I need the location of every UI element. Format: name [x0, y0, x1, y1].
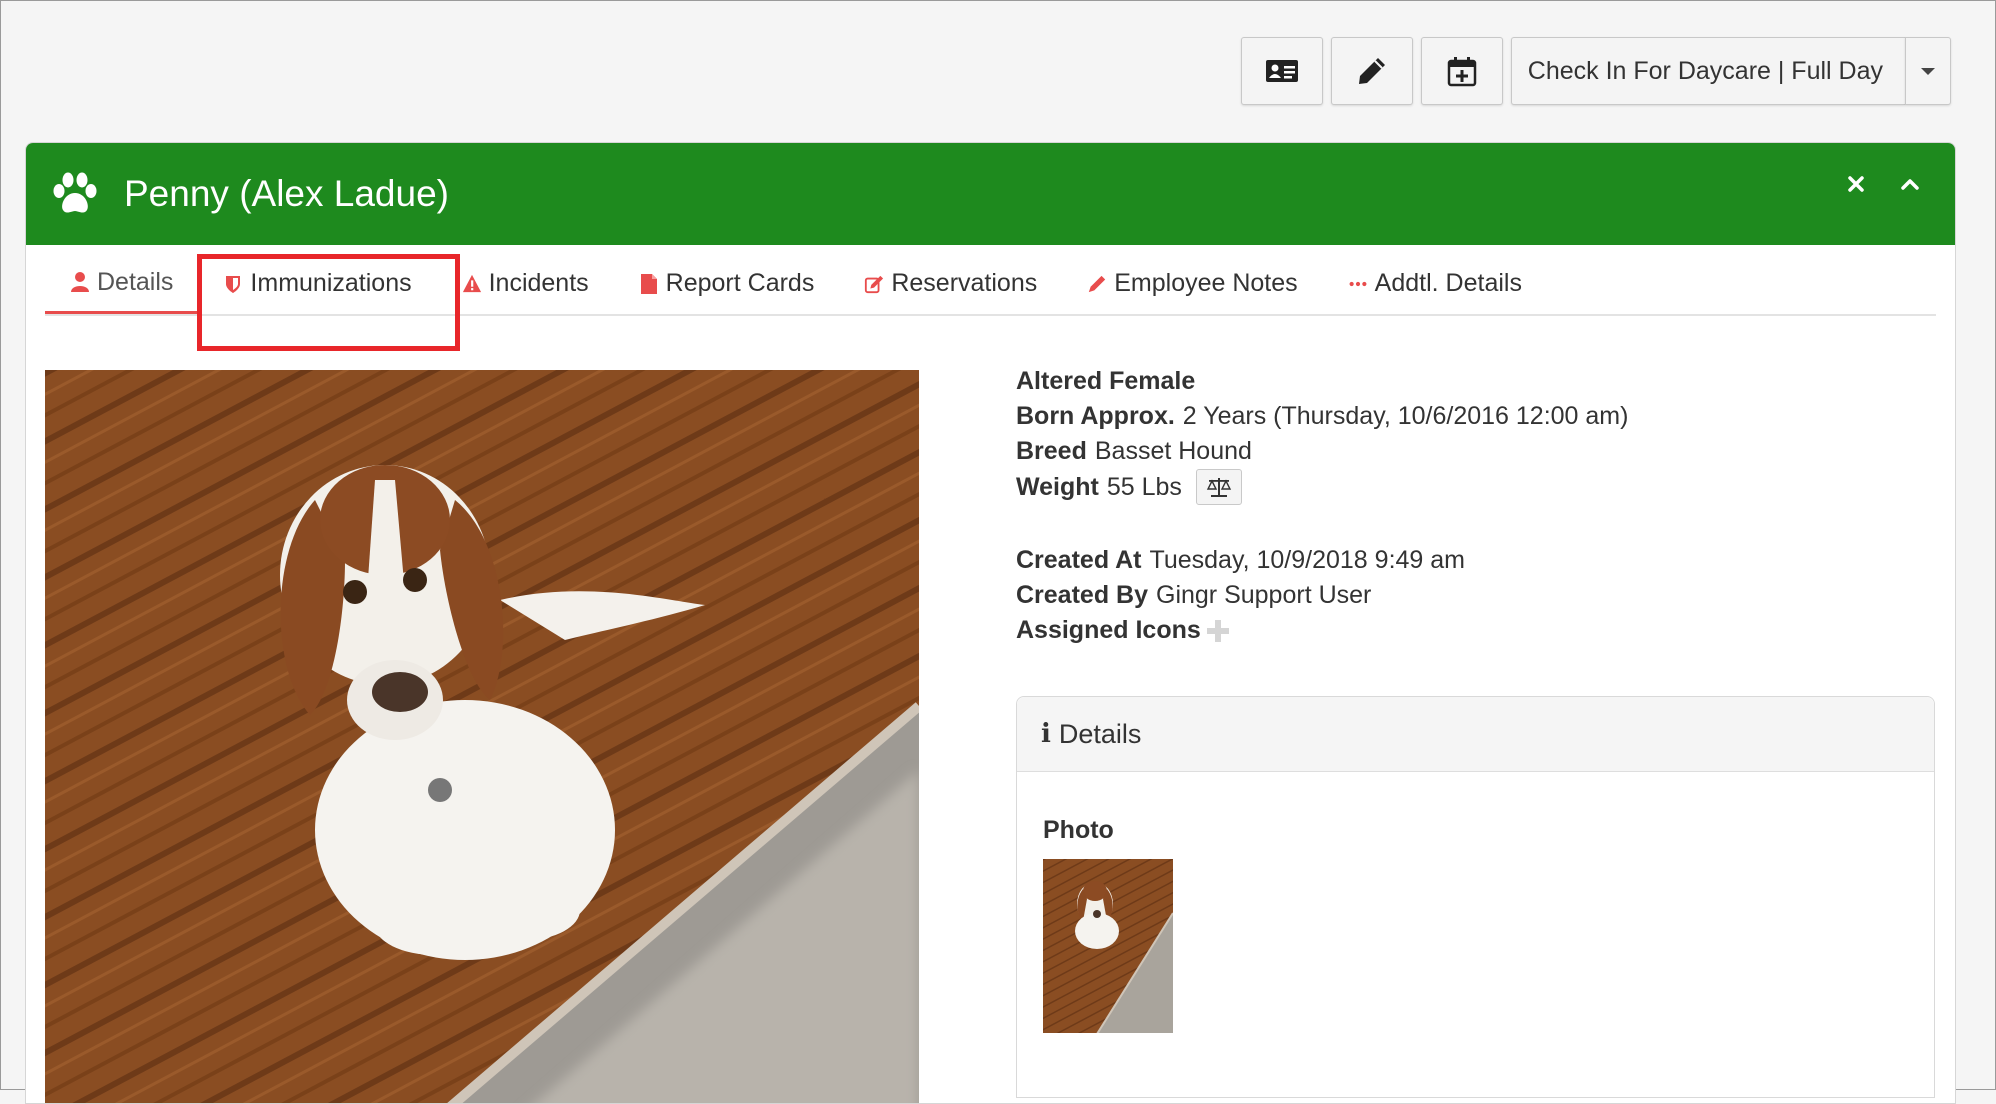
created-at-value: Tuesday, 10/9/2018 9:49 am [1149, 546, 1466, 574]
created-by-value: Gingr Support User [1156, 581, 1372, 609]
pencil-icon [1089, 275, 1106, 292]
created-at-label: Created At [1016, 546, 1142, 574]
ellipsis-icon [1349, 281, 1367, 286]
file-icon [640, 273, 657, 294]
panel-title: Penny (Alex Ladue) [124, 173, 449, 214]
sex-value: Altered Female [1016, 367, 1196, 395]
born-label: Born Approx. [1016, 402, 1175, 430]
tab-label: Incidents [488, 269, 589, 297]
check-in-options-dropdown[interactable] [1905, 37, 1951, 105]
paw-icon [53, 172, 97, 213]
panel-header-tools [1845, 173, 1921, 195]
assigned-icons-label: Assigned Icons [1016, 616, 1201, 644]
tab-label: Details [97, 267, 174, 296]
details-subpanel-header: i Details [1017, 697, 1934, 772]
tab-details[interactable]: Details [45, 253, 199, 314]
pet-photo [45, 370, 919, 1103]
calendar-plus-icon [1447, 57, 1477, 87]
tab-label: Employee Notes [1114, 269, 1298, 297]
tab-immunizations[interactable]: Immunizations [198, 253, 436, 314]
pencil-icon [1358, 58, 1385, 84]
collapse-icon[interactable] [1899, 173, 1921, 195]
tab-label: Report Cards [665, 269, 815, 297]
details-subpanel: i Details Photo [1016, 696, 1935, 1098]
tab-employee-notes[interactable]: Employee Notes [1062, 253, 1322, 314]
panel-header: Penny (Alex Ladue) [26, 143, 1955, 245]
user-icon [71, 272, 89, 292]
weight-value: 55 Lbs [1106, 472, 1182, 501]
check-in-split-button: Check In For Daycare | Full Day [1510, 37, 1951, 107]
breed-value: Basset Hound [1094, 437, 1252, 465]
balance-scale-icon [1206, 478, 1232, 497]
dog-thumbnail-image [1043, 859, 1173, 1033]
dog-photo-image [45, 370, 919, 1103]
born-value: 2 Years (Thursday, 10/6/2016 12:00 am) [1182, 402, 1629, 430]
details-subpanel-title: Details [1058, 718, 1142, 749]
edit-icon [865, 275, 884, 293]
toolbar: Check In For Daycare | Full Day [1240, 37, 1951, 107]
tab-incidents[interactable]: Incidents [437, 253, 614, 314]
tab-report-cards[interactable]: Report Cards [614, 253, 840, 314]
created-by-label: Created By [1016, 581, 1148, 609]
close-icon[interactable] [1845, 173, 1867, 195]
details-subpanel-body: Photo [1017, 772, 1934, 1033]
tab-label: Reservations [891, 269, 1038, 297]
check-in-button[interactable]: Check In For Daycare | Full Day [1510, 37, 1905, 105]
photo-thumbnail[interactable] [1043, 859, 1173, 1033]
id-card-icon [1265, 60, 1298, 82]
id-card-button[interactable] [1240, 37, 1323, 105]
pet-panel: Penny (Alex Ladue) Details Immunizations [25, 142, 1956, 1104]
tab-reservations[interactable]: Reservations [839, 253, 1062, 314]
breed-label: Breed [1016, 437, 1087, 465]
pet-info: Altered Female Born Approx. 2 Years (Thur… [1016, 364, 1634, 648]
warning-icon [462, 274, 481, 292]
tab-label: Immunizations [250, 269, 412, 297]
shield-icon [226, 275, 241, 293]
info-icon: i [1041, 719, 1051, 749]
caret-down-icon [1921, 67, 1935, 75]
weight-label: Weight [1016, 472, 1099, 501]
edit-button[interactable] [1330, 37, 1413, 105]
add-icon[interactable] [1205, 618, 1231, 644]
tab-addtl-details[interactable]: Addtl. Details [1323, 253, 1547, 314]
weight-history-button[interactable] [1195, 469, 1242, 505]
calendar-add-button[interactable] [1420, 37, 1503, 105]
photo-label: Photo [1043, 816, 1114, 844]
tab-bar: Details Immunizations Incidents Report C… [45, 253, 1936, 316]
tab-label: Addtl. Details [1374, 269, 1522, 297]
